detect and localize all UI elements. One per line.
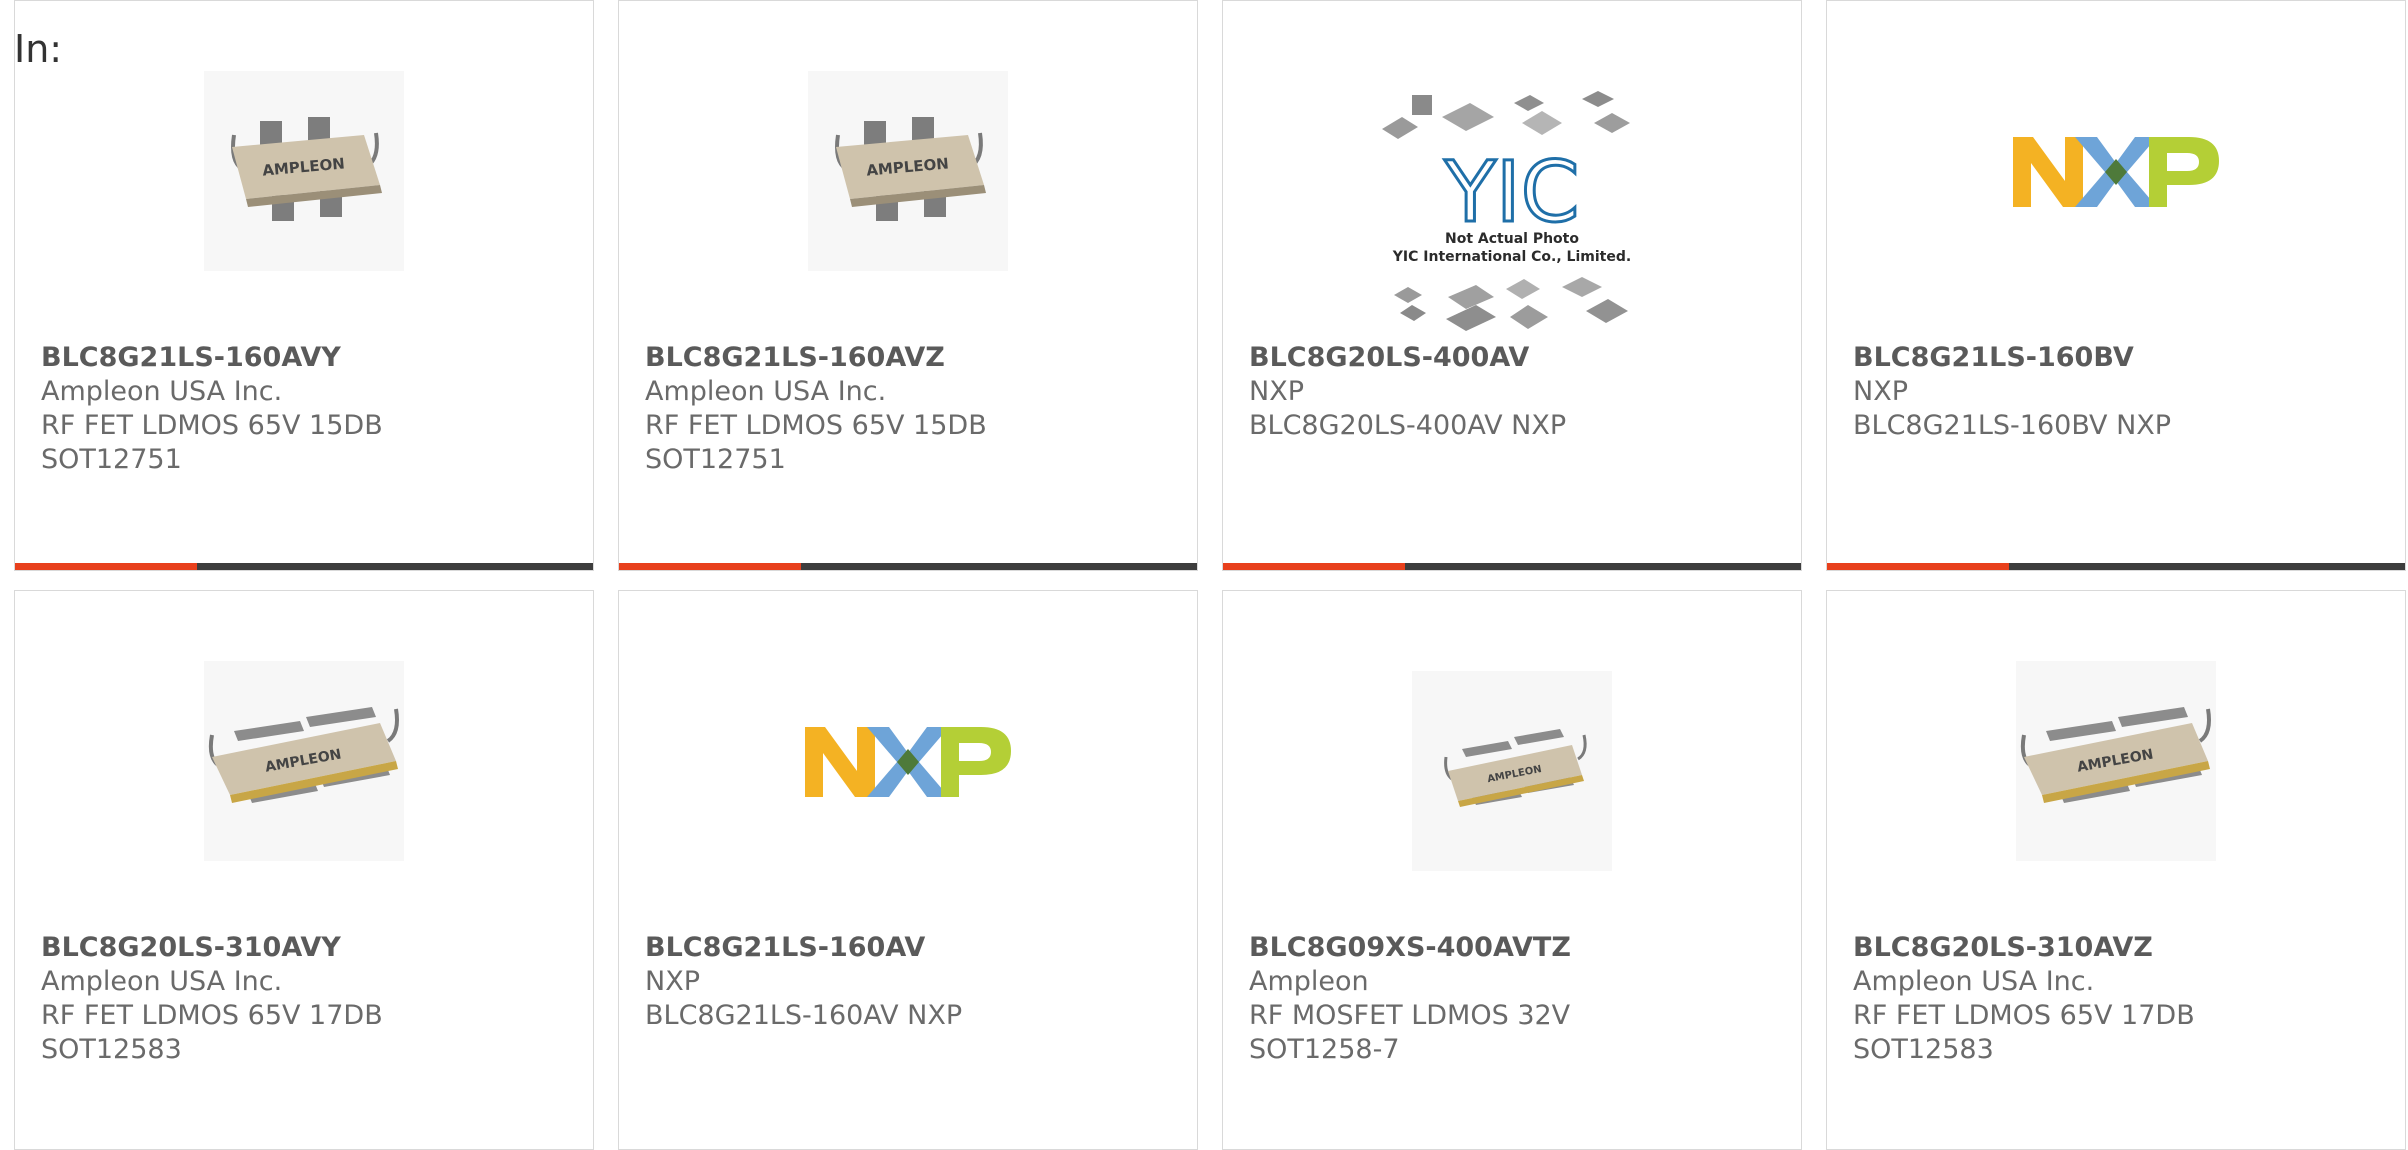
product-card[interactable]: AMPLEON BLC8G21LS-160AVY Ampleon USA Inc… [14,0,594,571]
product-card[interactable]: YIC Not Actual Photo YIC International C… [1222,0,1802,571]
card-accent-bar [1827,563,2009,570]
manufacturer: Ampleon USA Inc. [41,376,283,407]
part-number-link[interactable]: BLC8G20LS-310AVZ [1853,931,2395,965]
ampleon-package-icon: AMPLEON [204,661,404,861]
package: SOT1258-7 [1249,1034,1400,1065]
description: RF FET LDMOS 65V 17DB [1853,1000,2195,1031]
product-info: BLC8G20LS-310AVZ Ampleon USA Inc. RF FET… [1853,931,2395,1067]
svg-text:YIC: YIC [1444,143,1580,241]
part-number-link[interactable]: BLC8G21LS-160BV [1853,341,2395,375]
description: BLC8G21LS-160AV NXP [645,1000,963,1031]
manufacturer: NXP [1249,376,1304,407]
product-info: BLC8G09XS-400AVTZ Ampleon RF MOSFET LDMO… [1249,931,1791,1067]
product-info: BLC8G20LS-310AVY Ampleon USA Inc. RF FET… [41,931,583,1067]
card-bottom-bar [1223,563,1801,570]
ampleon-package-icon: AMPLEON [1412,671,1612,871]
package: SOT12583 [41,1034,182,1065]
description: RF FET LDMOS 65V 17DB [41,1000,383,1031]
product-card[interactable]: BLC8G21LS-160BV NXP BLC8G21LS-160BV NXP [1826,0,2406,571]
ampleon-package-icon: AMPLEON [808,71,1008,271]
card-bottom-bar [15,563,593,570]
product-image[interactable] [1827,121,2405,221]
description: RF FET LDMOS 65V 15DB [645,410,987,441]
manufacturer: Ampleon [1249,966,1369,997]
product-card[interactable]: AMPLEON BLC8G21LS-160AVZ Ampleon USA Inc… [618,0,1198,571]
svg-text:YIC International Co., Limited: YIC International Co., Limited. [1392,249,1631,265]
package: SOT12583 [1853,1034,1994,1065]
product-info: BLC8G21LS-160AVZ Ampleon USA Inc. RF FET… [645,341,1187,477]
product-image[interactable] [619,711,1197,811]
product-card[interactable]: AMPLEON BLC8G09XS-400AVTZ Ampleon RF MOS… [1222,590,1802,1150]
in-label: In: [14,27,63,71]
nxp-logo-icon [2013,137,2219,207]
product-image[interactable]: AMPLEON [1827,661,2405,861]
package: SOT12751 [645,444,786,475]
product-card[interactable]: AMPLEON BLC8G20LS-310AVY Ampleon USA Inc… [14,590,594,1150]
product-image[interactable]: AMPLEON [1223,671,1801,871]
part-number-link[interactable]: BLC8G21LS-160AV [645,931,1187,965]
product-info: BLC8G21LS-160BV NXP BLC8G21LS-160BV NXP [1853,341,2395,443]
card-accent-bar [15,563,197,570]
manufacturer: Ampleon USA Inc. [1853,966,2095,997]
product-info: BLC8G21LS-160AV NXP BLC8G21LS-160AV NXP [645,931,1187,1033]
ampleon-package-icon: AMPLEON [2016,661,2216,861]
product-image[interactable]: AMPLEON [15,661,593,861]
description: BLC8G21LS-160BV NXP [1853,410,2172,441]
manufacturer: NXP [1853,376,1908,407]
svg-text:Not Actual Photo: Not Actual Photo [1445,231,1579,247]
card-bottom-bar [1827,563,2405,570]
manufacturer: Ampleon USA Inc. [645,376,887,407]
package: SOT12751 [41,444,182,475]
product-image[interactable]: AMPLEON [619,71,1197,271]
nxp-logo-icon [805,727,1011,797]
product-image[interactable]: AMPLEON [15,71,593,271]
description: BLC8G20LS-400AV NXP [1249,410,1567,441]
part-number-link[interactable]: BLC8G20LS-310AVY [41,931,583,965]
part-number-link[interactable]: BLC8G21LS-160AVY [41,341,583,375]
part-number-link[interactable]: BLC8G09XS-400AVTZ [1249,931,1791,965]
manufacturer: NXP [645,966,700,997]
description: RF MOSFET LDMOS 32V [1249,1000,1571,1031]
yic-placeholder-icon: YIC Not Actual Photo YIC International C… [1382,91,1631,331]
manufacturer: Ampleon USA Inc. [41,966,283,997]
ampleon-package-icon: AMPLEON [204,71,404,271]
product-card[interactable]: AMPLEON BLC8G20LS-310AVZ Ampleon USA Inc… [1826,590,2406,1150]
product-info: BLC8G20LS-400AV NXP BLC8G20LS-400AV NXP [1249,341,1791,443]
card-accent-bar [619,563,801,570]
part-number-link[interactable]: BLC8G21LS-160AVZ [645,341,1187,375]
product-info: BLC8G21LS-160AVY Ampleon USA Inc. RF FET… [41,341,583,477]
product-card[interactable]: BLC8G21LS-160AV NXP BLC8G21LS-160AV NXP [618,590,1198,1150]
part-number-link[interactable]: BLC8G20LS-400AV [1249,341,1791,375]
product-image[interactable]: YIC Not Actual Photo YIC International C… [1223,81,1801,337]
description: RF FET LDMOS 65V 15DB [41,410,383,441]
card-bottom-bar [619,563,1197,570]
card-accent-bar [1223,563,1405,570]
product-grid: AMPLEON BLC8G21LS-160AVY Ampleon USA Inc… [0,0,2408,1150]
